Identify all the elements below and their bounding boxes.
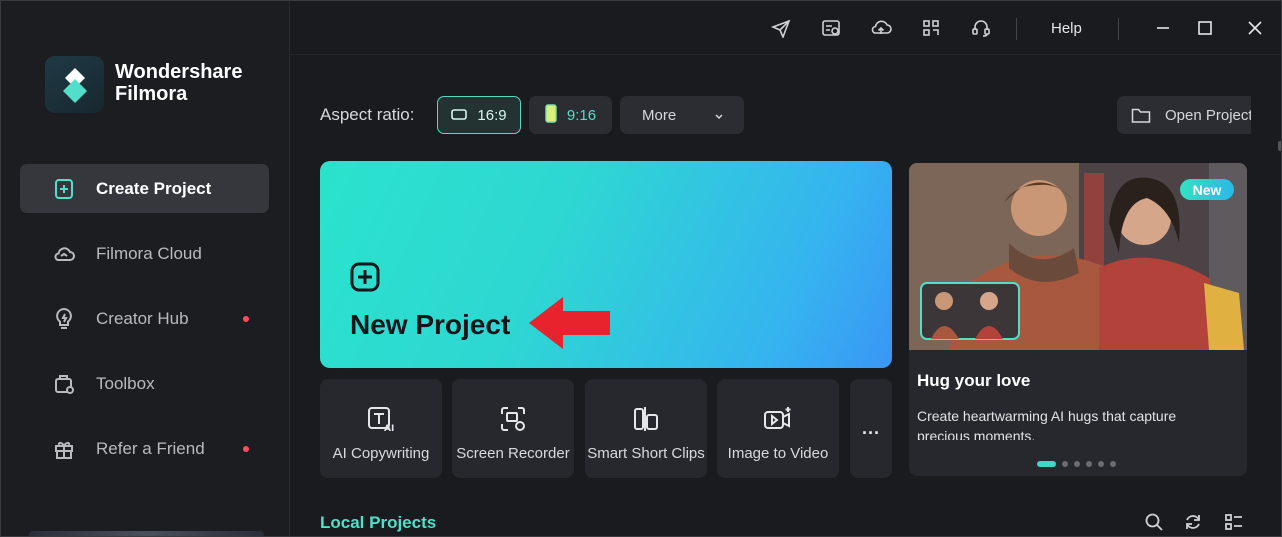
sidebar-item-label: Create Project — [96, 178, 212, 198]
minimize-icon[interactable] — [1152, 17, 1174, 39]
promo-title: Hug your love — [917, 371, 1031, 390]
tasks-icon[interactable] — [820, 17, 842, 39]
carousel-dot[interactable] — [1062, 461, 1068, 467]
carousel-dot[interactable] — [1086, 461, 1092, 467]
add-project-icon — [350, 262, 380, 297]
divider — [1016, 18, 1017, 40]
folder-icon — [1131, 107, 1151, 124]
promo-description: Create heartwarming AI hugs that capture… — [917, 408, 1177, 440]
project-thumbnail-strip — [29, 531, 264, 536]
sidebar-item-refer-a-friend[interactable]: Refer a Friend — [20, 424, 269, 473]
short-clips-icon — [631, 404, 661, 434]
aspect-option-label: 16:9 — [477, 106, 507, 124]
headset-icon[interactable] — [970, 17, 992, 39]
cloud-upload-icon[interactable] — [870, 17, 892, 39]
image-to-video-icon — [763, 404, 793, 434]
scrollbar[interactable] — [1278, 141, 1281, 151]
bulb-icon — [52, 307, 76, 331]
chevron-down-icon — [714, 109, 724, 126]
tool-label: Screen Recorder — [456, 445, 570, 462]
more-tools-button[interactable]: ... — [850, 379, 892, 478]
smart-short-clips-button[interactable]: Smart Short Clips — [585, 379, 707, 478]
ai-text-icon: AI — [366, 404, 396, 434]
refresh-icon[interactable] — [1182, 511, 1204, 533]
brand-line-1: Wondershare — [115, 61, 243, 83]
title-bar: Help — [290, 1, 1281, 55]
toolbox-icon — [52, 372, 76, 396]
close-icon[interactable] — [1244, 17, 1266, 39]
screen-record-icon — [498, 404, 528, 434]
local-projects-title: Local Projects — [320, 513, 437, 532]
notification-dot — [243, 316, 249, 322]
sidebar-item-create-project[interactable]: Create Project — [20, 164, 269, 213]
sidebar-item-creator-hub[interactable]: Creator Hub — [20, 294, 269, 343]
carousel-dot[interactable] — [1110, 461, 1116, 467]
open-project-label: Open Project — [1165, 106, 1251, 124]
promo-card[interactable]: New Hug your love Create heartwarming AI… — [909, 163, 1247, 476]
notification-dot — [243, 446, 249, 452]
brand-name: Wondershare Filmora — [115, 61, 242, 105]
sidebar-item-label: Creator Hub — [96, 308, 189, 328]
carousel-dot-active[interactable] — [1037, 461, 1056, 467]
sidebar-item-toolbox[interactable]: Toolbox — [20, 359, 269, 408]
help-button[interactable]: Help — [1051, 20, 1082, 37]
list-view-icon[interactable] — [1223, 511, 1245, 533]
new-badge: New — [1180, 179, 1234, 200]
landscape-ratio-icon — [451, 107, 468, 124]
aspect-9-16-button[interactable]: 9:16 — [529, 96, 612, 134]
carousel-dot[interactable] — [1098, 461, 1104, 467]
carousel-dots[interactable] — [1037, 461, 1122, 467]
sidebar: Wondershare Filmora Create Project Filmo… — [1, 1, 290, 536]
aspect-option-label: 9:16 — [566, 106, 597, 124]
aspect-more-dropdown[interactable]: More — [620, 96, 744, 134]
new-project-icon — [52, 177, 76, 201]
new-project-label: New Project — [350, 309, 511, 340]
maximize-icon[interactable] — [1194, 17, 1216, 39]
tool-label: Image to Video — [727, 445, 829, 462]
open-project-button[interactable]: Open Project — [1117, 96, 1251, 134]
tool-label: AI Copywriting — [332, 445, 430, 462]
red-arrow-annotation — [529, 297, 611, 354]
send-icon[interactable] — [770, 17, 792, 39]
screen-recorder-button[interactable]: Screen Recorder — [452, 379, 574, 478]
apps-grid-icon[interactable] — [920, 17, 942, 39]
sidebar-item-label: Toolbox — [96, 373, 155, 393]
search-icon[interactable] — [1143, 511, 1165, 533]
sidebar-item-label: Filmora Cloud — [96, 243, 202, 263]
cloud-icon — [52, 242, 76, 266]
brand-line-2: Filmora — [115, 83, 188, 105]
tool-label: Smart Short Clips — [587, 445, 705, 462]
divider — [1118, 18, 1119, 40]
carousel-dot[interactable] — [1074, 461, 1080, 467]
sidebar-item-filmora-cloud[interactable]: Filmora Cloud — [20, 229, 269, 278]
filmora-logo — [45, 56, 104, 113]
app-window: Wondershare Filmora Create Project Filmo… — [0, 0, 1282, 537]
image-to-video-button[interactable]: Image to Video — [717, 379, 839, 478]
more-label: More — [642, 106, 677, 124]
sidebar-item-label: Refer a Friend — [96, 438, 205, 458]
gift-icon — [52, 437, 76, 461]
svg-text:AI: AI — [384, 424, 394, 433]
portrait-ratio-icon — [545, 103, 557, 127]
aspect-ratio-label: Aspect ratio: — [320, 105, 415, 124]
aspect-16-9-button[interactable]: 16:9 — [437, 96, 521, 134]
ai-copywriting-button[interactable]: AI AI Copywriting — [320, 379, 442, 478]
